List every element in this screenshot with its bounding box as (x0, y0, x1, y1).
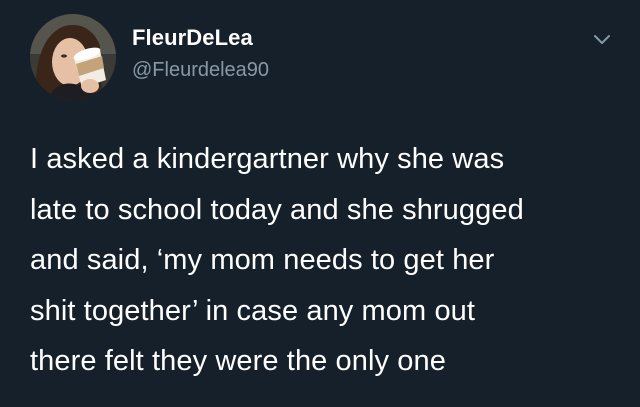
avatar[interactable] (30, 14, 116, 100)
user-handle[interactable]: @Fleurdelea90 (132, 57, 269, 83)
tweet-text: I asked a kindergartner why she was late… (30, 143, 524, 377)
avatar-image (30, 14, 116, 100)
display-name[interactable]: FleurDeLea (132, 24, 269, 52)
tweet-card: FleurDeLea @Fleurdelea90 I asked a kinde… (0, 0, 640, 407)
user-names: FleurDeLea @Fleurdelea90 (132, 24, 269, 83)
chevron-down-icon[interactable] (590, 30, 614, 50)
